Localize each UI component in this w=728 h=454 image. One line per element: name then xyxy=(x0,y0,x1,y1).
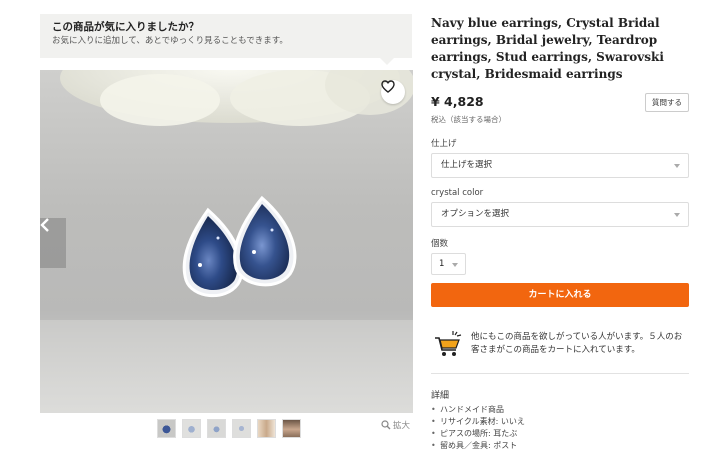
quantity-label: 個数 xyxy=(431,239,449,249)
quantity-value: 1 xyxy=(439,259,445,269)
magnifier-icon xyxy=(381,420,391,430)
details-list: ハンドメイド商品 リサイクル素材: いいえ ピアスの場所: 耳たぶ 留め具／金具… xyxy=(431,404,689,452)
thumbnail-1[interactable] xyxy=(157,419,176,438)
details-heading: 詳細 xyxy=(431,391,450,401)
product-price: ¥ 4,828 xyxy=(431,94,484,109)
zoom-button[interactable]: 拡大 xyxy=(381,419,410,431)
crystal-color-select-value: オプションを選択 xyxy=(441,209,510,219)
favorite-prompt-pointer xyxy=(380,58,394,65)
cart-demand-notice: 他にもこの商品を欲しがっている人がいます。５人のお客さまがこの商品をカートに入れ… xyxy=(431,329,689,365)
thumbnail-4[interactable] xyxy=(232,419,251,438)
finish-label: 仕上げ xyxy=(431,139,457,149)
product-title: Navy blue earrings, Crystal Bridal earri… xyxy=(431,16,664,81)
favorite-button[interactable] xyxy=(381,80,405,104)
crystal-color-select[interactable]: オプションを選択 xyxy=(431,202,689,227)
details-item: 留め具／金具: ポスト xyxy=(431,440,689,452)
quantity-select[interactable]: 1 xyxy=(431,253,466,275)
product-photo xyxy=(40,70,413,413)
product-main-image[interactable] xyxy=(40,70,413,413)
ask-question-button[interactable]: 質問する xyxy=(645,93,689,112)
thumbnail-6[interactable] xyxy=(282,419,301,438)
previous-image-button[interactable] xyxy=(40,218,66,268)
heart-icon xyxy=(381,80,395,93)
add-to-cart-button[interactable]: カートに入れる xyxy=(431,283,689,307)
crystal-color-label: crystal color xyxy=(431,188,484,198)
details-item: ハンドメイド商品 xyxy=(431,404,689,416)
tax-note: 税込（該当する場合） xyxy=(431,115,506,124)
chevron-down-icon xyxy=(674,213,680,217)
product-info-panel: Navy blue earrings, Crystal Bridal earri… xyxy=(431,15,689,452)
finish-select[interactable]: 仕上げを選択 xyxy=(431,153,689,178)
favorite-prompt-title: この商品が気に入りましたか？ xyxy=(52,21,199,33)
chevron-down-icon xyxy=(452,263,458,267)
details-item: ピアスの場所: 耳たぶ xyxy=(431,428,689,440)
zoom-label: 拡大 xyxy=(393,421,411,431)
price-row: ¥ 4,828 質問する xyxy=(431,91,689,112)
thumbnail-strip xyxy=(157,419,301,438)
cart-demand-text: 他にもこの商品を欲しがっている人がいます。５人のお客さまがこの商品をカートに入れ… xyxy=(471,332,683,355)
thumbnail-5[interactable] xyxy=(257,419,276,438)
chevron-left-icon xyxy=(40,218,49,232)
shopping-cart-icon xyxy=(435,331,462,356)
thumbnail-2[interactable] xyxy=(182,419,201,438)
details-item: リサイクル素材: いいえ xyxy=(431,416,689,428)
section-divider xyxy=(431,373,689,374)
favorite-prompt: この商品が気に入りましたか？ お気に入りに追加して、あとでゆっくり見ることもでき… xyxy=(40,14,412,65)
finish-select-value: 仕上げを選択 xyxy=(441,160,493,170)
chevron-down-icon xyxy=(674,164,680,168)
thumbnail-3[interactable] xyxy=(207,419,226,438)
favorite-prompt-subtitle: お気に入りに追加して、あとでゆっくり見ることもできます。 xyxy=(52,36,288,46)
